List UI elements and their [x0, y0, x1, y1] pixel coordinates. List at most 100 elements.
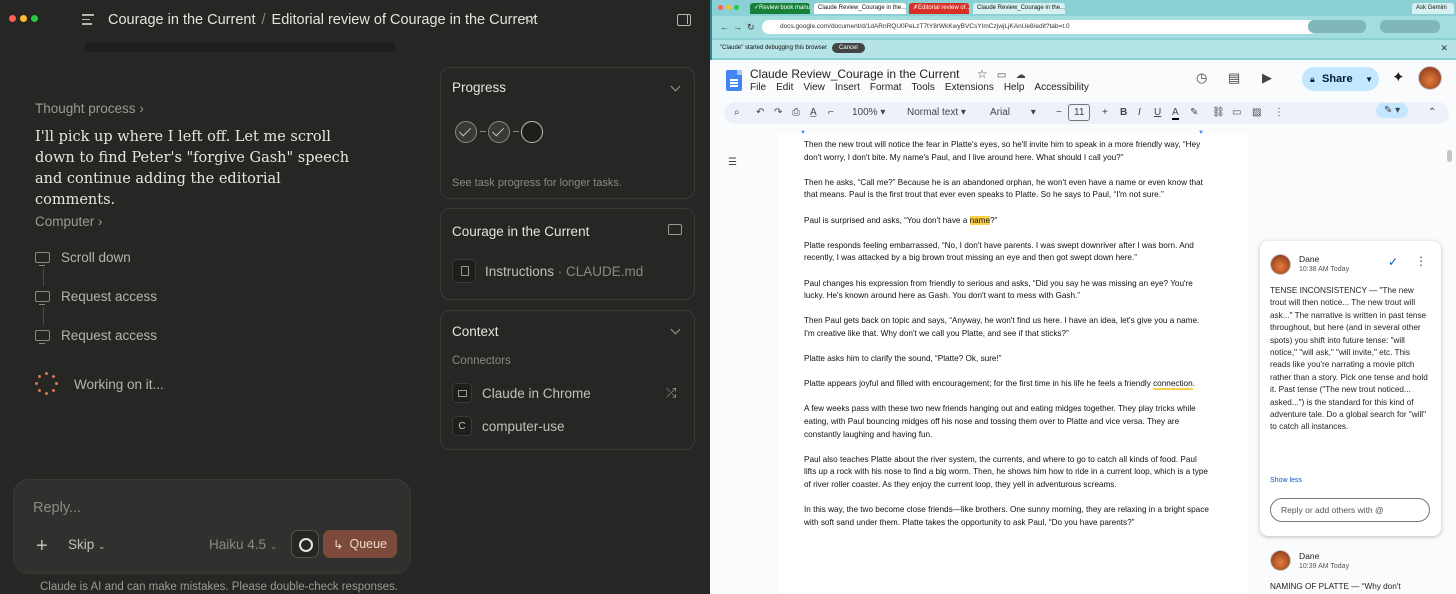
minimize-window-button[interactable]: [20, 15, 27, 22]
queue-button[interactable]: ↳ Queue: [323, 530, 397, 558]
decrease-font-icon[interactable]: −: [1056, 107, 1062, 118]
menu-icon[interactable]: [82, 14, 94, 25]
context-title: Context: [452, 324, 499, 339]
step-item[interactable]: Request access: [35, 328, 157, 345]
menu-tools[interactable]: Tools: [912, 82, 935, 93]
connectors-label: Connectors: [452, 355, 511, 367]
menu-accessibility[interactable]: Accessibility: [1034, 82, 1088, 93]
connector-claude-in-chrome[interactable]: Claude in Chrome: [452, 383, 591, 403]
show-less-link[interactable]: Show less: [1270, 477, 1302, 484]
resolve-check-icon[interactable]: ✓: [1388, 255, 1398, 269]
spinner-icon: [35, 372, 59, 396]
more-options-icon[interactable]: ⋮: [1415, 254, 1427, 268]
outline-icon[interactable]: ☰: [728, 157, 737, 168]
skip-button[interactable]: Skip ⌄: [68, 537, 106, 552]
comment-card[interactable]: Dane 10:39 AM Today NAMING OF PLATTE — “…: [1260, 546, 1441, 594]
docs-logo-icon[interactable]: [726, 70, 742, 91]
comment-reply-input[interactable]: Reply or add others with @: [1270, 498, 1430, 522]
back-icon[interactable]: ←: [720, 22, 729, 32]
step-item[interactable]: Scroll down: [35, 250, 131, 267]
zoom-select[interactable]: 100% ▾: [852, 107, 885, 118]
search-menus-icon[interactable]: ⌕: [734, 107, 740, 118]
ask-gemini-tab[interactable]: Ask Gemini: [1412, 3, 1454, 14]
comments-icon[interactable]: ▤: [1228, 70, 1240, 86]
gemini-icon[interactable]: ✦: [1392, 68, 1405, 86]
menu-file[interactable]: File: [750, 82, 766, 93]
shuffle-icon[interactable]: ⤮: [666, 385, 676, 401]
more-options-icon[interactable]: ⋮: [1274, 107, 1284, 118]
print-icon[interactable]: ⎙: [792, 107, 800, 118]
maximize-window-button[interactable]: [31, 15, 38, 22]
link-icon[interactable]: ⛓: [1212, 107, 1225, 118]
menu-help[interactable]: Help: [1004, 82, 1025, 93]
underline-icon[interactable]: U: [1154, 107, 1161, 118]
menu-insert[interactable]: Insert: [835, 82, 860, 93]
computer-toggle[interactable]: Computer ›: [35, 214, 103, 229]
editing-mode-icon[interactable]: ✎ ▾: [1376, 103, 1409, 118]
document-title[interactable]: Claude Review_Courage in the Current ☆ ▭…: [750, 67, 1026, 81]
close-window-button[interactable]: [718, 5, 723, 10]
paint-format-icon[interactable]: ⌐: [828, 107, 834, 118]
cloud-saved-icon[interactable]: ☁: [1016, 70, 1026, 81]
add-icon[interactable]: +: [36, 536, 48, 556]
add-comment-icon[interactable]: ▭: [1232, 107, 1241, 118]
browser-tab-active[interactable]: Claude Review_Courage in the…: [814, 3, 906, 14]
sidebar-toggle-icon[interactable]: [677, 14, 691, 26]
highlight-icon[interactable]: ✎: [1190, 107, 1198, 118]
close-window-button[interactable]: [9, 15, 16, 22]
reload-icon[interactable]: ↻: [747, 22, 755, 33]
text-color-icon[interactable]: A: [1172, 107, 1179, 120]
breadcrumb-chat-title[interactable]: Editorial review of Courage in the Curre…: [272, 12, 538, 28]
file-separator: ·: [554, 264, 567, 279]
stop-button[interactable]: [291, 530, 319, 558]
step-item[interactable]: Request access: [35, 289, 157, 306]
menu-view[interactable]: View: [803, 82, 825, 93]
font-select[interactable]: Arial ▾: [990, 107, 1036, 118]
title-bar: Courage in the Current / Editorial review …: [0, 0, 710, 42]
browser-tab[interactable]: ✓Review book manu…: [750, 3, 810, 14]
user-avatar[interactable]: [1418, 66, 1442, 90]
spellcheck-icon[interactable]: A̲: [810, 107, 817, 118]
menu-format[interactable]: Format: [870, 82, 902, 93]
chevron-up-icon[interactable]: ⌃: [1428, 107, 1436, 118]
folder-icon[interactable]: [668, 224, 682, 235]
style-select[interactable]: Normal text ▾: [907, 107, 966, 118]
menu-edit[interactable]: Edit: [776, 82, 793, 93]
reply-input[interactable]: Reply...: [33, 500, 81, 516]
close-icon[interactable]: ✕: [1440, 43, 1448, 54]
undo-icon[interactable]: ↶: [756, 107, 764, 118]
chevron-down-icon[interactable]: [670, 324, 681, 335]
thought-process-toggle[interactable]: Thought process ›: [35, 101, 144, 116]
increase-font-icon[interactable]: +: [1102, 107, 1108, 118]
model-selector[interactable]: Haiku 4.5 ⌄: [209, 537, 277, 552]
browser-tab[interactable]: Claude Review_Courage in the…: [973, 3, 1065, 14]
minimize-window-button[interactable]: [726, 5, 731, 10]
document-body[interactable]: Then the new trout will notice the fear …: [804, 139, 1209, 542]
commented-text[interactable]: name: [969, 215, 991, 225]
browser-tab[interactable]: ✗Editorial review of…: [909, 3, 969, 14]
star-icon[interactable]: ☆: [977, 67, 988, 81]
image-icon[interactable]: ▨: [1252, 107, 1261, 118]
chevron-down-icon[interactable]: [670, 81, 681, 92]
move-folder-icon[interactable]: ▭: [997, 70, 1006, 81]
maximize-window-button[interactable]: [734, 5, 739, 10]
share-button[interactable]: 🔒︎ Share ▼: [1302, 67, 1379, 91]
scrollbar-thumb[interactable]: [1447, 150, 1452, 162]
forward-icon[interactable]: →: [733, 22, 742, 32]
connector-computer-use[interactable]: C computer-use: [452, 416, 565, 436]
commented-text[interactable]: connection: [1153, 379, 1193, 391]
bold-icon[interactable]: B: [1120, 107, 1127, 118]
menu-extensions[interactable]: Extensions: [945, 82, 994, 93]
cancel-debug-button[interactable]: Cancel: [832, 43, 865, 53]
history-icon[interactable]: ◷: [1196, 70, 1207, 86]
italic-icon[interactable]: I: [1138, 107, 1141, 118]
font-size-input[interactable]: 11: [1068, 104, 1091, 121]
instructions-file[interactable]: Instructions · CLAUDE.md: [485, 264, 643, 279]
url-field[interactable]: docs.google.com/document/d/1dARnRQU0PeLz…: [762, 20, 1317, 34]
redo-icon[interactable]: ↷: [774, 107, 782, 118]
profile-chip[interactable]: [1308, 20, 1366, 33]
meet-icon[interactable]: ▶: [1262, 70, 1272, 86]
comment-card[interactable]: Dane 10:38 AM Today ✓ ⋮ TENSE INCONSISTE…: [1260, 241, 1441, 536]
update-chip[interactable]: [1380, 20, 1440, 33]
breadcrumb-project[interactable]: Courage in the Current: [108, 12, 256, 28]
